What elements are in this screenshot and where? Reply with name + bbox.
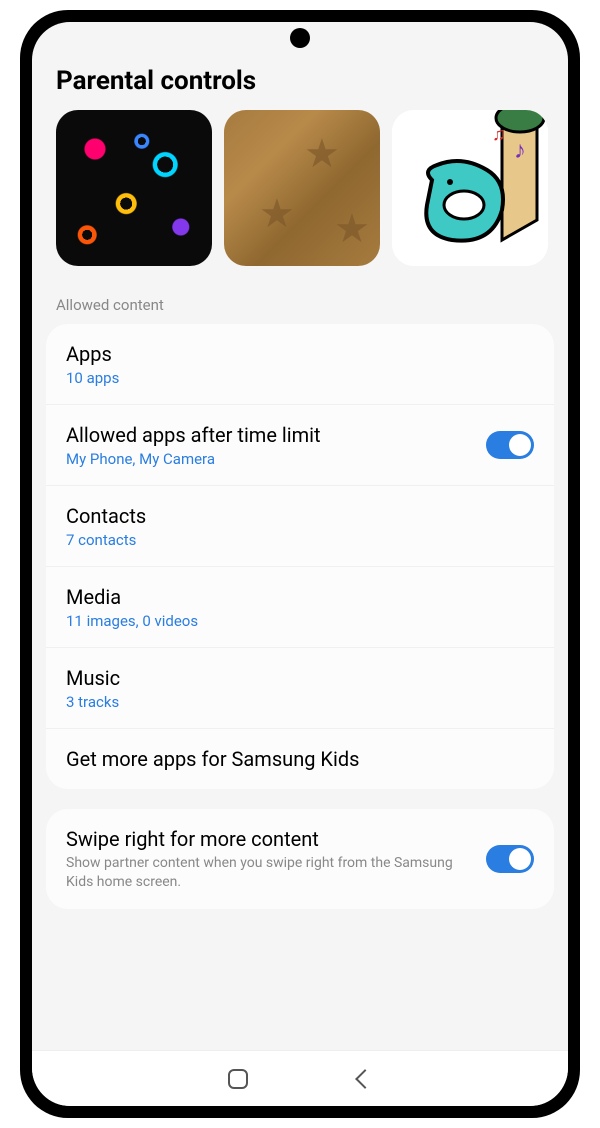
contacts-title: Contacts [66, 503, 534, 529]
phone-frame: Parental controls ♪ ♫ [20, 10, 580, 1118]
nav-recent-icon[interactable] [228, 1069, 248, 1089]
row-music[interactable]: Music 3 tracks [46, 648, 554, 729]
camera-notch [290, 28, 310, 48]
allowed-after-limit-title: Allowed apps after time limit [66, 422, 472, 448]
music-sub: 3 tracks [66, 693, 534, 711]
navigation-bar [32, 1050, 568, 1106]
svg-text:♫: ♫ [492, 124, 506, 145]
apps-sub: 10 apps [66, 369, 534, 387]
thumbnail-leather-stars[interactable] [224, 110, 380, 266]
section-allowed-content-header: Allowed content [32, 286, 568, 324]
row-contacts[interactable]: Contacts 7 contacts [46, 486, 554, 567]
row-swipe-right[interactable]: Swipe right for more content Show partne… [46, 809, 554, 909]
allowed-after-limit-toggle[interactable] [486, 431, 534, 459]
phone-screen: Parental controls ♪ ♫ [32, 22, 568, 1106]
row-media[interactable]: Media 11 images, 0 videos [46, 567, 554, 648]
thumbnail-space-doodles[interactable] [56, 110, 212, 266]
media-title: Media [66, 584, 534, 610]
swipe-content-card: Swipe right for more content Show partne… [46, 809, 554, 909]
swipe-desc: Show partner content when you swipe righ… [66, 854, 472, 892]
row-allowed-after-limit[interactable]: Allowed apps after time limit My Phone, … [46, 405, 554, 486]
row-get-more-apps[interactable]: Get more apps for Samsung Kids [46, 729, 554, 789]
content-scroll[interactable]: Parental controls ♪ ♫ [32, 22, 568, 1050]
svg-text:♪: ♪ [514, 136, 526, 164]
contacts-sub: 7 contacts [66, 531, 534, 549]
nav-back-icon[interactable] [355, 1069, 375, 1089]
media-sub: 11 images, 0 videos [66, 612, 534, 630]
swipe-toggle[interactable] [486, 845, 534, 873]
music-title: Music [66, 665, 534, 691]
allowed-after-limit-sub: My Phone, My Camera [66, 450, 472, 468]
apps-title: Apps [66, 341, 534, 367]
thumbnail-singing-whale[interactable]: ♪ ♫ [392, 110, 548, 266]
get-more-title: Get more apps for Samsung Kids [66, 746, 534, 772]
allowed-content-card: Apps 10 apps Allowed apps after time lim… [46, 324, 554, 789]
row-apps[interactable]: Apps 10 apps [46, 324, 554, 405]
thumbnail-row[interactable]: ♪ ♫ [32, 110, 568, 286]
swipe-title: Swipe right for more content [66, 826, 472, 852]
page-title: Parental controls [32, 62, 568, 110]
